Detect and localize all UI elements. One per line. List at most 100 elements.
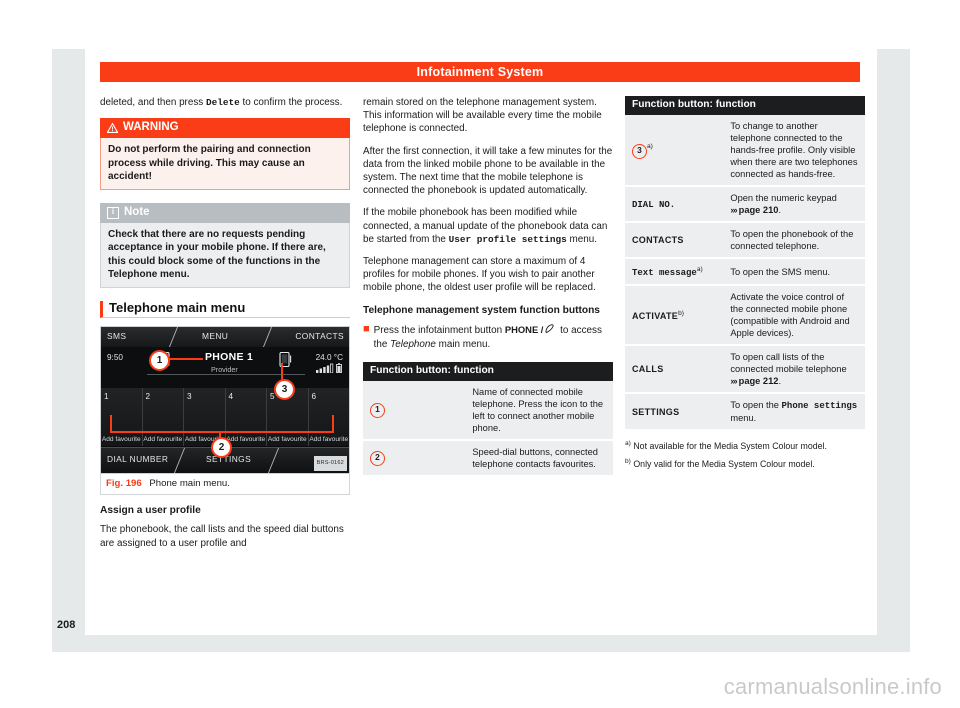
info-icon: i [107, 206, 119, 219]
section-heading-telephone-main-menu: Telephone main menu [100, 301, 350, 319]
warning-box-text: Do not perform the pairing and connectio… [100, 138, 350, 191]
page-ref-arrow-icon: ››› [730, 205, 737, 215]
value-tail: . [778, 205, 782, 215]
screen-tab-contacts[interactable]: CONTACTS [295, 330, 344, 343]
circle-key-2: 2 [370, 450, 385, 466]
footnote-a: a) Not available for the Media System Co… [625, 438, 865, 452]
function-button-table-middle: Function button: function 1 Name of conn… [363, 362, 613, 478]
table-value-cell: To open the Phone settings menu. [723, 393, 865, 432]
note-box-header: i Note [100, 203, 350, 224]
table-key-cell: ACTIVATEb) [625, 285, 724, 347]
footnote-a-text: Not available for the Media System Colou… [633, 441, 827, 452]
page-ref-link[interactable]: page 210 [739, 205, 779, 215]
screen-info-row: 9:50 24.0 °C PHONE 1 Provider [101, 347, 349, 389]
paragraph-manual-update: If the mobile phonebook has been modifie… [363, 206, 613, 246]
table-value-cell: Speed-dial buttons, connected telephone … [465, 440, 613, 478]
table-key-cell: 2 [363, 440, 466, 478]
speed-dial-number: 4 [228, 392, 234, 402]
key-activate: ACTIVATE [632, 311, 679, 322]
footnote-b-marker: b) [625, 457, 631, 465]
table-row: Text messagea) To open the SMS menu. [625, 258, 865, 287]
footnote-a-marker: a) [625, 440, 631, 448]
screen-tab-sms[interactable]: SMS [107, 330, 126, 343]
warning-box: WARNING Do not perform the pairing and c… [100, 118, 350, 191]
bullet-dot-icon: ■ [363, 322, 370, 335]
screen-button-dial-number[interactable]: DIAL NUMBER [107, 453, 168, 466]
speed-dial-label: Add favourite [309, 435, 349, 443]
column-right: Function button: function 3 a) To change … [625, 96, 865, 473]
battery-icon [336, 363, 342, 377]
infotainment-screenshot: SMS MENU CONTACTS 9:50 24.0 °C PHONE 1 P… [100, 326, 350, 475]
footnote-marker: b) [678, 310, 684, 318]
subheading-assign-user-profile: Assign a user profile [100, 505, 201, 517]
paragraph-remain-stored: remain stored on the telephone managemen… [363, 97, 602, 135]
column-middle: remain stored on the telephone managemen… [363, 96, 613, 478]
bullet-text-c: main menu. [435, 338, 491, 350]
table-row: CONTACTS To open the phonebook of the co… [625, 222, 865, 259]
table-key-cell: Text messagea) [625, 258, 724, 287]
figure-caption: Fig. 196 Phone main menu. [100, 474, 350, 496]
note-box: i Note Check that there are no requests … [100, 203, 350, 289]
user-profile-settings-code: User profile settings [448, 233, 567, 245]
table-row: 1 Name of connected mobile telephone. Pr… [363, 381, 613, 442]
speed-dial-label: Add favourite [226, 435, 266, 443]
screen-tab-menu[interactable]: MENU [202, 330, 228, 343]
circle-key-1: 1 [370, 402, 385, 418]
subheading-function-buttons: Telephone management system function but… [363, 304, 600, 316]
para-text-b: menu. [566, 233, 597, 245]
table-value-cell: To change to another telephone connected… [723, 115, 865, 187]
signal-strength-icon [316, 363, 334, 377]
table-row: ACTIVATEb) Activate the voice control of… [625, 285, 865, 347]
table-row: SETTINGS To open the Phone settings menu… [625, 393, 865, 432]
bullet-text-a: Press the infotainment button [373, 324, 505, 336]
table-key-cell: CALLS [625, 345, 724, 395]
pdf-viewer: Infotainment System deleted, and then pr… [0, 0, 960, 708]
phone-button-code: PHONE / [504, 323, 544, 335]
table-value-cell: To open call lists of the connected mobi… [723, 345, 865, 395]
table-key-cell: 1 [363, 381, 466, 442]
table-row: 3 a) To change to another telephone conne… [625, 115, 865, 187]
table-footnotes: a) Not available for the Media System Co… [625, 438, 865, 470]
function-button-table-right: Function button: function 3 a) To change … [625, 96, 865, 432]
bullet-text: Press the infotainment button PHONE / to… [374, 323, 613, 351]
table-row: DIAL NO. Open the numeric keypad ››› page… [625, 186, 865, 223]
warning-triangle-icon [106, 122, 119, 133]
value-tail: menu. [730, 413, 757, 424]
speed-dial-label: Add favourite [267, 435, 307, 443]
page-ref-link[interactable]: page 212 [739, 376, 779, 386]
para-text-a: deleted, and then press [100, 97, 206, 108]
page-number: 208 [57, 619, 76, 631]
paragraph-first-connection: After the first connection, it will take… [363, 145, 613, 197]
key-dial-no: DIAL NO. [632, 199, 676, 210]
table-key-cell: CONTACTS [625, 222, 724, 259]
key-calls: CALLS [632, 364, 664, 375]
table-key-cell: DIAL NO. [625, 186, 724, 223]
value-pre: To open the [730, 400, 782, 411]
table-row: 2 Speed-dial buttons, connected telephon… [363, 440, 613, 478]
note-box-text: Check that there are no requests pending… [100, 223, 350, 289]
speed-dial-label: Add favourite [101, 435, 141, 443]
value-tail: . [778, 376, 782, 387]
table-value-cell: To open the phonebook of the connected t… [723, 222, 865, 259]
key-settings: SETTINGS [632, 406, 680, 417]
value-text: Open the numeric keypad [730, 193, 837, 203]
warning-box-title: WARNING [123, 121, 179, 134]
footnote-marker: a) [647, 143, 653, 151]
table-key-cell: 3 a) [625, 115, 724, 187]
bullet-press-phone-button: ■ Press the infotainment button PHONE / … [363, 323, 613, 351]
figure-image-code: BRS-0162 [313, 456, 347, 472]
table-row: CALLS To open call lists of the connecte… [625, 345, 865, 395]
speed-dial-number: 1 [104, 392, 109, 402]
page-ref-arrow-icon: ››› [730, 376, 737, 387]
para-text-b: to confirm the process. [239, 97, 343, 108]
paragraph-phonebook-profile: The phonebook, the call lists and the sp… [100, 524, 344, 549]
table-caption: Function button: function [363, 362, 613, 382]
warning-box-header: WARNING [100, 118, 350, 139]
speed-dial-number: 6 [311, 392, 317, 402]
footnote-b-text: Only valid for the Media System Colour m… [633, 458, 815, 469]
paragraph-profiles-max: Telephone management can store a maximum… [363, 256, 596, 294]
speed-dial-number: 3 [187, 392, 192, 402]
callout-2-bracket [110, 415, 334, 434]
footnote-marker: a) [696, 266, 703, 273]
footnote-b: b) Only valid for the Media System Colou… [625, 456, 865, 470]
